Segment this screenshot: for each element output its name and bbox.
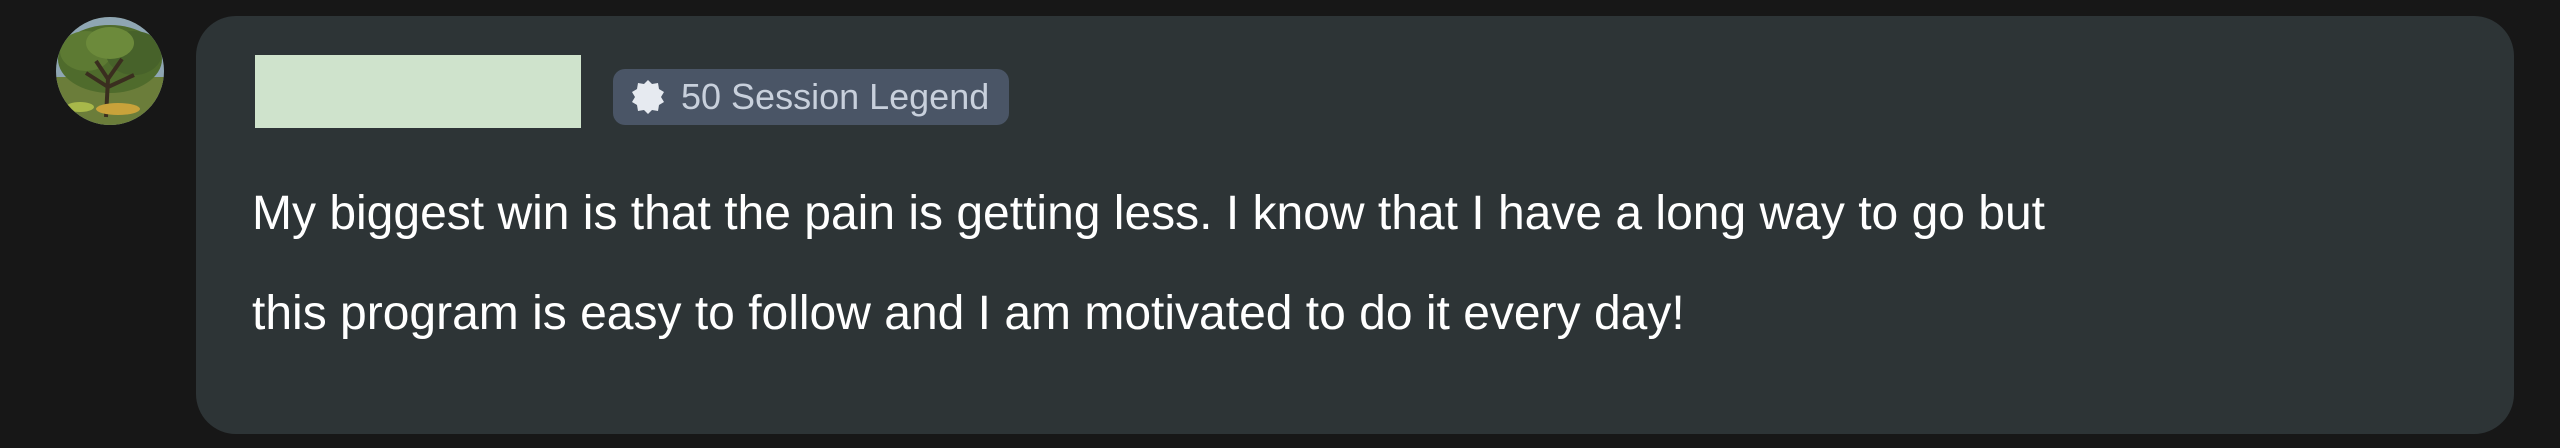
message-line: My biggest win is that the pain is getti… [252, 187, 2046, 240]
message-line: this program is easy to follow and I am … [252, 287, 1685, 340]
session-badge: 50 Session Legend [613, 69, 1010, 125]
badge-seal-icon [629, 78, 667, 116]
avatar[interactable] [56, 17, 164, 125]
badge-label: 50 Session Legend [681, 76, 990, 117]
redacted-username [255, 55, 581, 128]
avatar-tree-image [56, 17, 164, 125]
post-message: My biggest win is that the pain is getti… [252, 164, 2452, 364]
